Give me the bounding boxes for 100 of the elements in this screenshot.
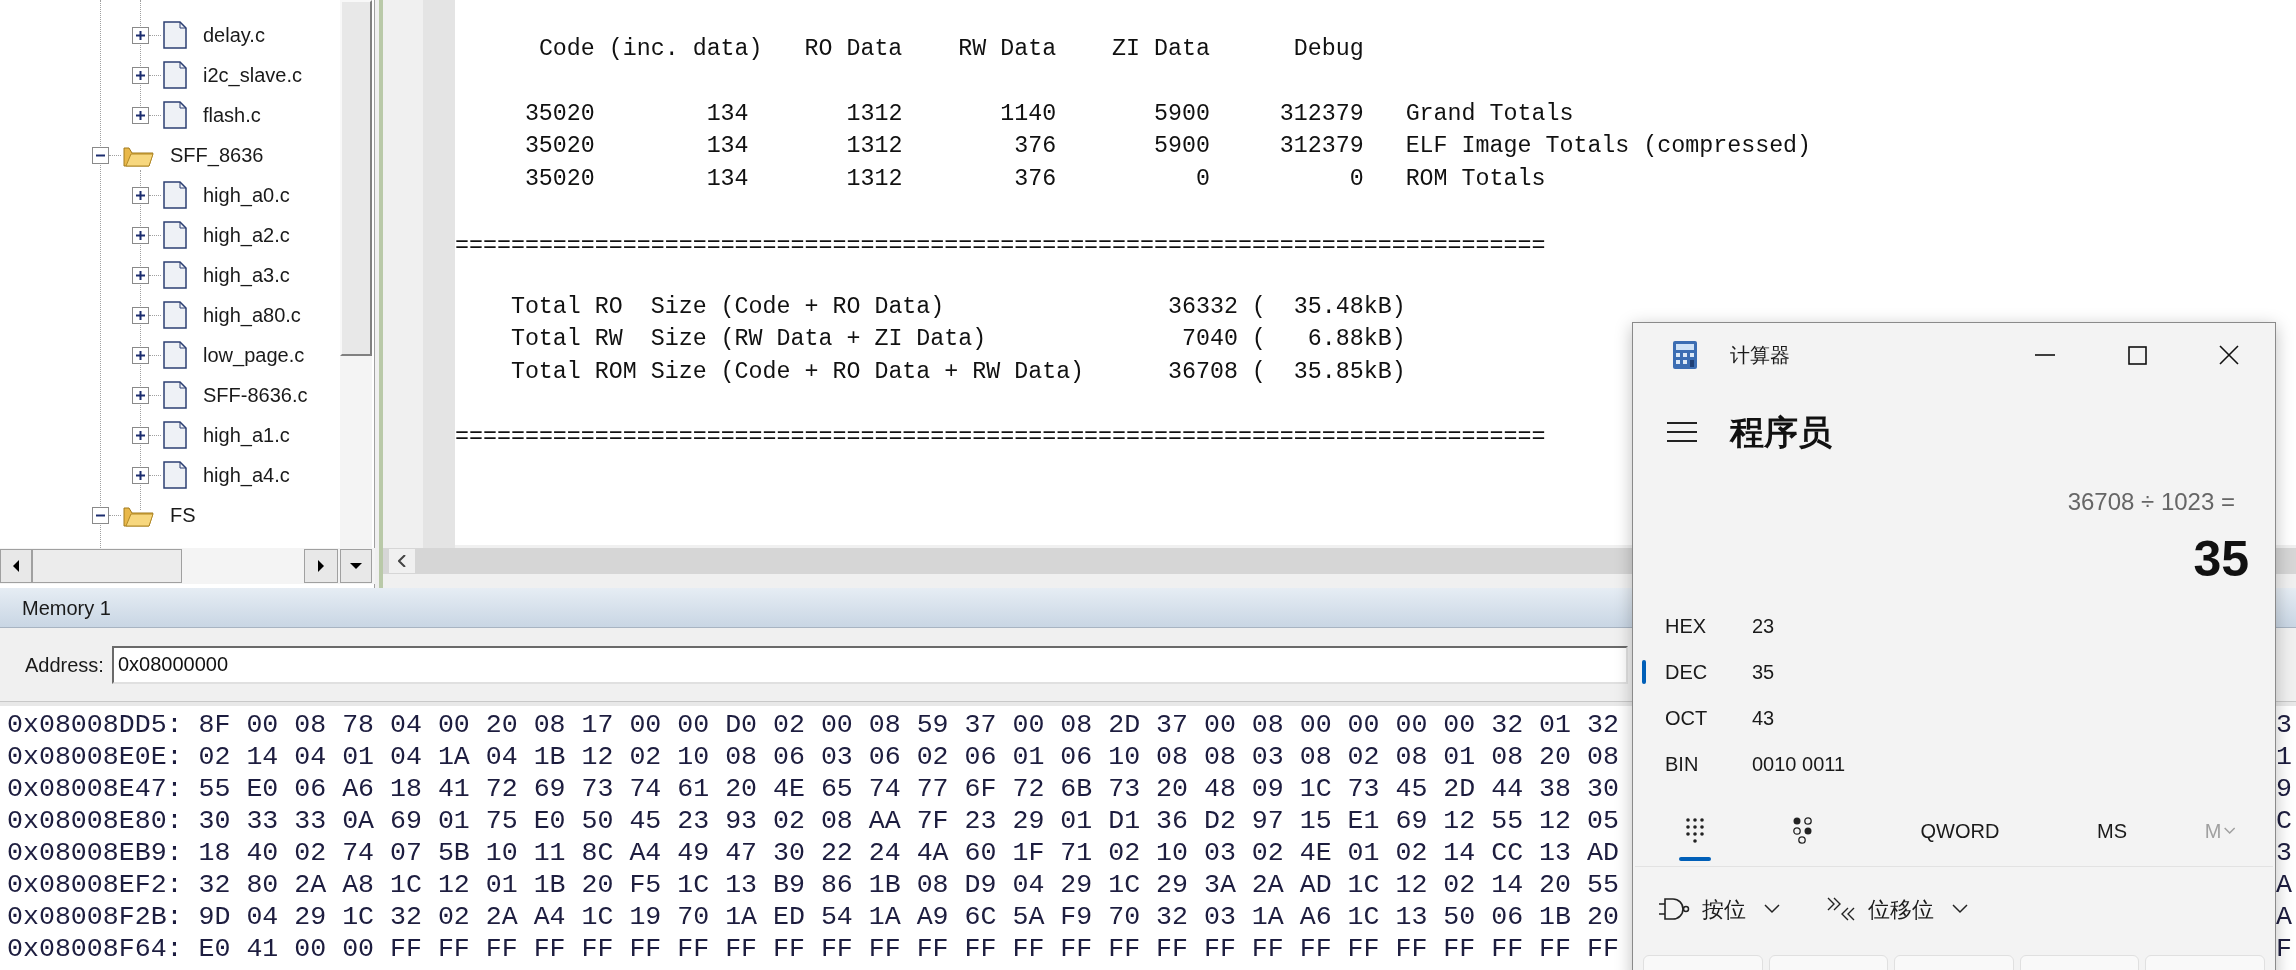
value-cell-text: 35020: [523, 132, 595, 161]
file-icon: [163, 21, 187, 49]
file-label[interactable]: SFF-8636.c: [203, 380, 308, 410]
file-icon: [163, 181, 187, 209]
row-label: Grand Totals: [1405, 99, 1574, 129]
folder-label[interactable]: SFF_8636: [170, 140, 264, 170]
value-cell-text: 312379: [1278, 99, 1364, 129]
address-field[interactable]: 0x08000000: [111, 645, 1628, 684]
menu-icon: [1667, 422, 1697, 442]
collapse-icon[interactable]: [92, 146, 109, 164]
memory-bytes: 3: [2276, 709, 2292, 743]
expand-icon[interactable]: [132, 426, 149, 444]
file-icon: [163, 101, 187, 129]
column-header: ZI Data: [1111, 35, 1210, 64]
memory-bytes: 32 80 2A A8 1C 12 01 1B 20 F5 1C 13 B9 86 1B 08 D9 04 29 1C 29 3A 2A AD 1C 12 02 14 20 55: [198, 869, 1619, 903]
result-display: 35: [2193, 529, 2249, 589]
expand-icon[interactable]: [132, 266, 149, 284]
memory-address: 0x08008EB9:: [7, 837, 183, 871]
file-label[interactable]: high_a4.c: [203, 460, 290, 490]
file-label[interactable]: high_a2.c: [203, 220, 290, 250]
memory-address: 0x08008EF2:: [7, 869, 183, 903]
memory-bytes: 02 14 04 01 04 1A 04 1B 12 02 10 08 06 03 06 02 06 01 06 10 08 08 03 08 02 08 01 08 20 08: [198, 741, 1619, 775]
file-label[interactable]: high_a80.c: [203, 300, 301, 330]
file-label[interactable]: high_a3.c: [203, 260, 290, 290]
size-value: 7040: [1180, 325, 1238, 354]
memory-bytes: E0 41 00 00 FF FF FF FF FF FF FF FF FF FF FF FF FF FF FF FF FF FF FF FF FF FF FF FF FF FF: [198, 933, 1619, 967]
logic-gate-icon: [1659, 896, 1690, 922]
expand-icon[interactable]: [132, 386, 149, 404]
memory-bytes: A: [2276, 869, 2292, 903]
expression-text: 36708 ÷ 1023 =: [2067, 487, 2235, 517]
column-header: RW Data: [957, 35, 1057, 64]
value-cell-text: 312379: [1278, 132, 1364, 161]
memory-address: 0x08008E47:: [7, 773, 183, 807]
toolbar-button[interactable]: MS: [2093, 800, 2131, 861]
value-cell-text: 1312: [845, 164, 903, 194]
bits-icon: [1792, 817, 1812, 844]
value-cell-text: 376: [1013, 164, 1057, 194]
size-value: 36708: [1166, 357, 1238, 387]
radix-row[interactable]: OCT 43: [1642, 701, 1783, 735]
file-label[interactable]: low_page.c: [203, 340, 305, 370]
value-cell-text: 5900: [1153, 99, 1210, 129]
window-title: 计算器: [1730, 343, 1790, 368]
chevron-down-icon: [1764, 904, 1780, 914]
minimize-icon: [2035, 354, 2055, 356]
radix-row[interactable]: DEC 35: [1642, 655, 1783, 689]
dropdown-button[interactable]: [340, 549, 372, 583]
radix-row[interactable]: BIN 0010 0011: [1642, 747, 1854, 781]
file-icon: [163, 381, 187, 409]
scrollbar-thumb[interactable]: [32, 549, 182, 583]
expand-icon[interactable]: [132, 106, 149, 124]
toolbar-button[interactable]: QWORD: [1916, 800, 2004, 861]
expand-icon[interactable]: [132, 186, 149, 204]
expand-icon[interactable]: [132, 346, 149, 364]
file-icon: [163, 301, 187, 329]
expand-icon[interactable]: [132, 26, 149, 44]
column-header: Code (inc. data): [537, 35, 763, 64]
memory-address: 0x08008E0E:: [7, 741, 183, 775]
value-cell-text: 35020: [523, 99, 595, 129]
memory-address: 0x08008F2B:: [7, 901, 183, 935]
memory-bytes: 3: [2276, 837, 2292, 871]
down-arrow-icon: [350, 562, 362, 570]
row-label: ROM Totals: [1405, 164, 1546, 194]
radix-row[interactable]: HEX 23: [1642, 609, 1783, 643]
file-icon: [163, 341, 187, 369]
file-label[interactable]: flash.c: [203, 100, 261, 130]
expand-icon[interactable]: [132, 226, 149, 244]
bit-shift-button[interactable]: 位移位: [1826, 884, 1968, 934]
memory-bytes: C: [2276, 805, 2292, 839]
file-label[interactable]: high_a1.c: [203, 420, 290, 450]
file-icon: [163, 221, 187, 249]
collapse-icon[interactable]: [92, 506, 109, 524]
file-label[interactable]: high_a0.c: [203, 180, 290, 210]
file-label[interactable]: i2c_slave.c: [203, 60, 302, 90]
bitwise-button[interactable]: 按位: [1659, 884, 1780, 934]
expand-icon[interactable]: [132, 466, 149, 484]
memory-address: 0x08008DD5:: [7, 709, 183, 743]
size-label: Total RW Size (RW Data + ZI Data): [510, 325, 988, 354]
size-kb: ( 35.48kB): [1251, 292, 1406, 322]
scroll-left-button[interactable]: [389, 549, 415, 573]
mode-title: 程序员: [1730, 411, 1832, 453]
value-cell-text: 0: [1194, 164, 1210, 194]
chevron-down-icon: [2223, 826, 2236, 835]
size-label: Total ROM Size (Code + RO Data + RW Data): [510, 357, 1086, 387]
value-cell-text: 134: [705, 164, 749, 194]
file-icon: [163, 61, 187, 89]
value-cell-text: 0: [1348, 164, 1364, 194]
keypad-icon: [1686, 818, 1704, 843]
scroll-left-button[interactable]: [0, 549, 32, 583]
memory-bytes: 1: [2276, 741, 2292, 775]
file-label[interactable]: delay.c: [203, 20, 265, 50]
separator-line: ==============================================================================: [455, 232, 1546, 261]
value-cell-text: 35020: [523, 164, 595, 194]
scroll-right-button[interactable]: [304, 549, 338, 583]
expand-icon[interactable]: [132, 306, 149, 324]
expand-icon[interactable]: [132, 66, 149, 84]
memory-bytes: 55 E0 06 A6 18 41 72 69 73 74 61 20 4E 65 74 77 6F 72 6B 73 20 48 09 1C 73 45 2D 44 38 30: [198, 773, 1619, 807]
value-cell-text: 1140: [999, 99, 1057, 129]
panel-title: Memory 1: [22, 595, 111, 621]
menu-button[interactable]: [1667, 421, 1697, 443]
folder-label[interactable]: FS: [170, 500, 196, 530]
